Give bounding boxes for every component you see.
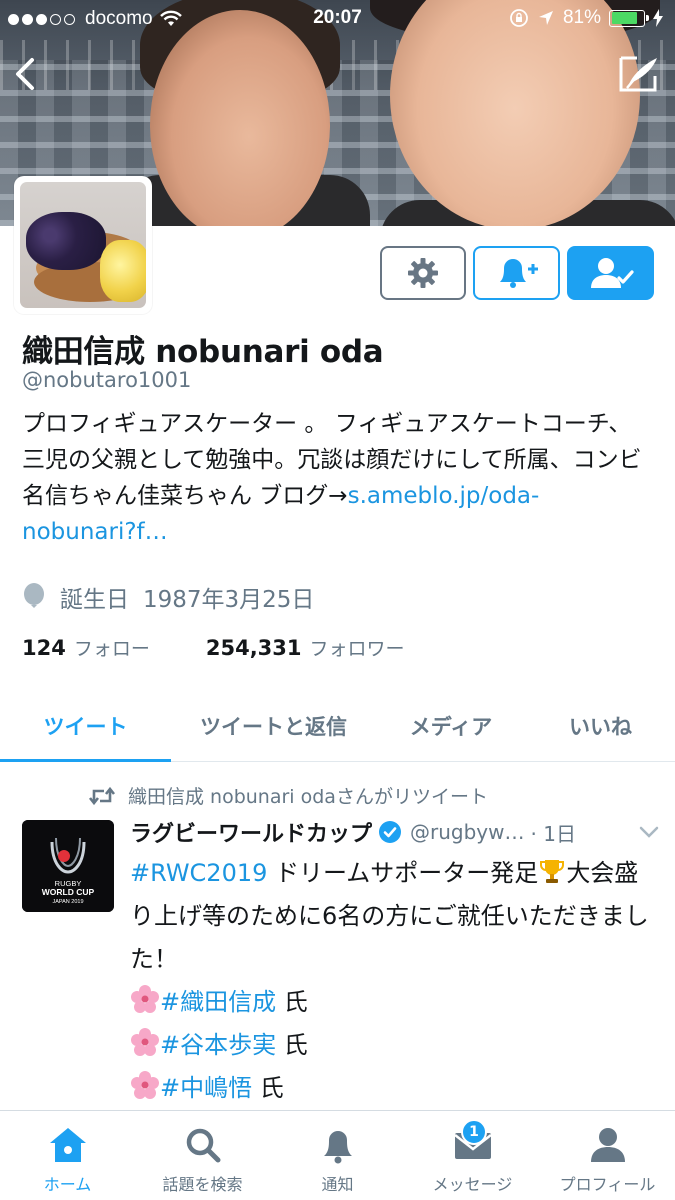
retweet-icon [88,786,116,805]
search-icon [186,1128,220,1163]
tweet-author-name[interactable]: ラグビーワールドカップ [130,816,372,848]
gear-icon [408,258,438,288]
avatar-photo [20,182,146,308]
compose-quill-icon [619,56,657,92]
tab-bar-messages[interactable]: 1 メッセージ [405,1111,540,1200]
tab-bar-search[interactable]: 話題を検索 [135,1111,270,1200]
profile-handle: @nobutaro1001 [22,368,192,392]
bio-text: プロフィギュアスケーター 。 フィギュアスケートコーチ、三児の父親として勉強中。… [22,411,642,509]
tab-bar-home-label: ホーム [43,1175,92,1194]
followers-stat[interactable]: 254,331 フォロワー [206,634,405,661]
blueberry-topping [26,212,106,270]
verified-badge-icon [379,821,402,843]
birthday-value: 1987年3月25日 [143,587,315,613]
tab-bar-profile[interactable]: プロフィール [540,1111,675,1200]
tab-media[interactable]: メディア [376,690,526,762]
profile-settings-button[interactable] [380,246,466,300]
notifications-toggle-button[interactable] [473,246,560,300]
tab-bar-search-label: 話題を検索 [162,1175,243,1194]
hashtag-nakajima-satoru[interactable]: #中嶋悟 [160,1074,252,1102]
battery-percent: 81% [562,7,601,28]
name-suffix: 氏 [276,988,308,1016]
person-check-icon [590,258,634,288]
following-stat[interactable]: 124 フォロー [22,634,150,661]
logo-subtitle: WORLD CUP [42,887,95,897]
banner-left-face [150,10,330,226]
name-suffix: 氏 [276,1031,308,1059]
tab-tweets-and-replies[interactable]: ツイートと返信 [171,690,376,762]
cherry-blossom-emoji-icon [131,1028,159,1056]
tweet-author-username[interactable]: @rugbyw… [410,820,524,844]
balloon-icon [24,583,44,608]
trophy-emoji-icon [540,860,565,883]
bottom-tab-bar: ホーム 話題を検索 通知 1 メッセージ プロフィール [0,1110,675,1200]
tab-bar-notifications-label: 通知 [321,1175,354,1194]
hashtag-oda-nobunari[interactable]: #織田信成 [160,988,276,1016]
bell-icon [323,1131,352,1164]
following-button[interactable] [567,246,654,300]
chevron-left-icon [16,58,34,90]
birthday-row: 誕生日 1987年3月25日 [22,580,314,614]
status-bar: docomo 20:07 81% [0,0,675,38]
status-right: 81% [509,7,663,29]
tab-likes[interactable]: いいね [526,690,675,762]
logo-footer: JAPAN 2019 [52,899,83,905]
tweet-header: ラグビーワールドカップ @rugbyw… · 1日 [130,816,660,848]
hashtag-tanimoto-ayumi[interactable]: #谷本歩実 [160,1031,276,1059]
retweet-context[interactable]: 織田信成 nobunari odaさんがリツイート [88,782,488,809]
back-button[interactable] [8,52,42,96]
tweet-timestamp: · 1日 [530,821,576,846]
profile-display-name: 織田信成 nobunari oda [22,334,384,370]
tweet-author-avatar[interactable]: RUGBY WORLD CUP JAPAN 2019 [22,820,114,912]
rugby-world-cup-logo: RUGBY WORLD CUP JAPAN 2019 [22,820,114,912]
messages-unread-badge: 1 [461,1119,487,1145]
hashtag-rwc2019[interactable]: #RWC2019 [130,859,267,887]
tweet-text: #RWC2019 ドリームサポーター発足 大会盛り上げ等のために6名の方にご就任… [130,852,655,1110]
charging-bolt-icon [653,9,663,27]
home-icon [49,1128,86,1162]
birthday-label: 誕生日 [60,587,129,613]
chevron-down-icon[interactable] [638,825,660,839]
bell-plus-icon [499,259,538,288]
cherry-blossom-emoji-icon [131,985,159,1013]
tab-bar-messages-label: メッセージ [432,1175,513,1194]
orientation-lock-icon [510,9,528,27]
tab-bar-profile-label: プロフィール [559,1175,656,1194]
profile-bio: プロフィギュアスケーター 。 フィギュアスケートコーチ、三児の父親として勉強中。… [22,406,652,550]
tweet-text-part: ドリームサポーター発足 [267,859,539,887]
compose-tweet-button[interactable] [617,54,661,94]
following-label: フォロー [73,638,150,660]
name-suffix: 氏 [252,1074,284,1102]
battery-icon [609,9,649,27]
tab-bar-home[interactable]: ホーム [0,1111,135,1200]
retweet-text: 織田信成 nobunari odaさんがリツイート [128,786,488,808]
tab-bar-notifications[interactable]: 通知 [270,1111,405,1200]
active-tab-indicator [0,759,171,762]
person-icon [590,1128,625,1162]
profile-avatar[interactable] [14,176,152,314]
cream-topping [100,240,146,302]
cherry-blossom-emoji-icon [131,1071,159,1099]
location-arrow-icon [538,11,553,25]
followers-label: フォロワー [309,638,405,660]
tab-tweets[interactable]: ツイート [0,690,171,762]
profile-tabs: ツイート ツイートと返信 メディア いいね [0,690,675,762]
follow-counts: 124 フォロー 254,331 フォロワー [22,634,405,661]
following-count: 124 [22,636,66,660]
followers-count: 254,331 [205,636,302,660]
